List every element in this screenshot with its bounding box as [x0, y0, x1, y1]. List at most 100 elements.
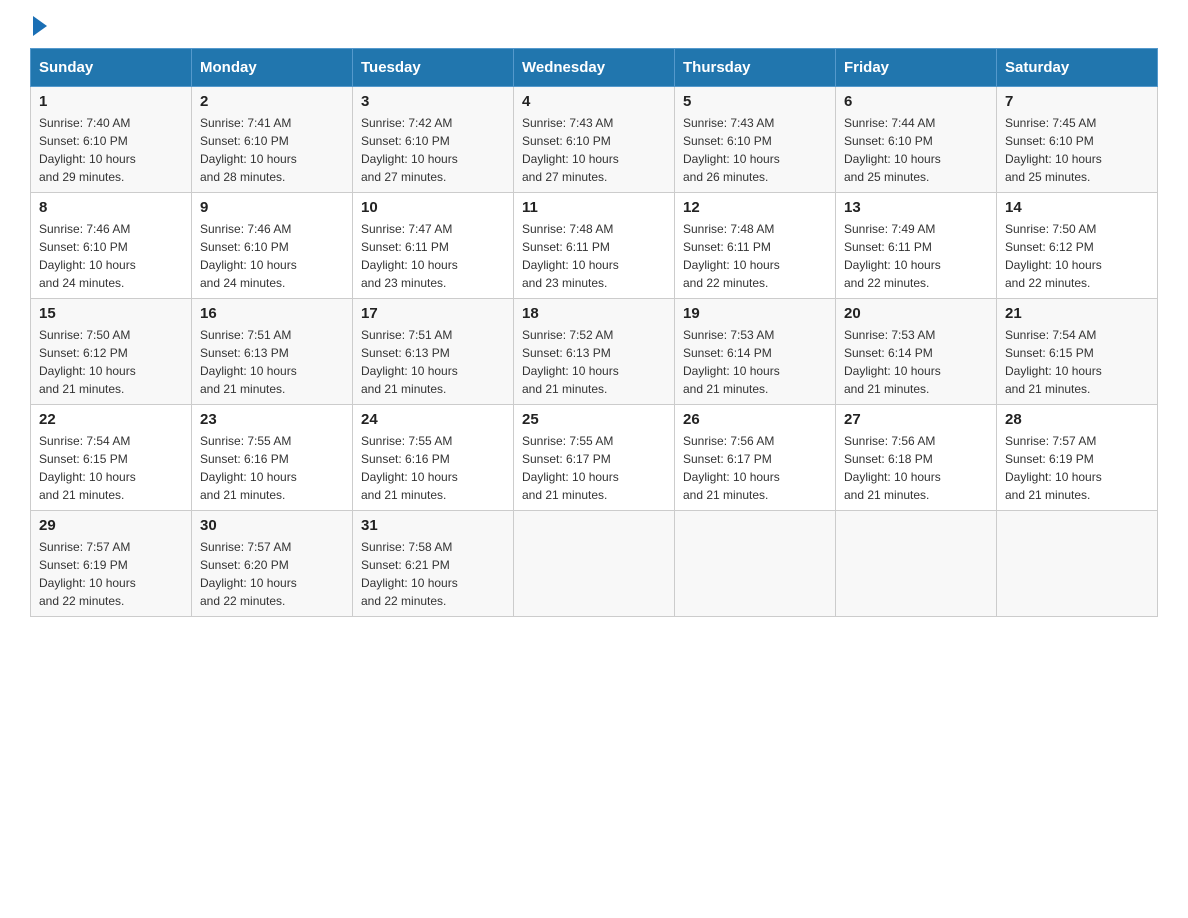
day-info: Sunrise: 7:41 AMSunset: 6:10 PMDaylight:…: [200, 114, 344, 186]
day-number: 27: [844, 411, 988, 428]
day-info: Sunrise: 7:55 AMSunset: 6:16 PMDaylight:…: [200, 432, 344, 504]
day-number: 10: [361, 199, 505, 216]
day-info: Sunrise: 7:55 AMSunset: 6:16 PMDaylight:…: [361, 432, 505, 504]
calendar-cell: 1 Sunrise: 7:40 AMSunset: 6:10 PMDaylight…: [31, 87, 192, 193]
day-info: Sunrise: 7:58 AMSunset: 6:21 PMDaylight:…: [361, 538, 505, 610]
day-info: Sunrise: 7:57 AMSunset: 6:20 PMDaylight:…: [200, 538, 344, 610]
day-info: Sunrise: 7:50 AMSunset: 6:12 PMDaylight:…: [39, 326, 183, 398]
day-info: Sunrise: 7:44 AMSunset: 6:10 PMDaylight:…: [844, 114, 988, 186]
day-info: Sunrise: 7:49 AMSunset: 6:11 PMDaylight:…: [844, 220, 988, 292]
calendar-cell: 22 Sunrise: 7:54 AMSunset: 6:15 PMDayligh…: [31, 405, 192, 511]
day-number: 6: [844, 93, 988, 110]
calendar-week-row: 1 Sunrise: 7:40 AMSunset: 6:10 PMDaylight…: [31, 87, 1158, 193]
day-info: Sunrise: 7:40 AMSunset: 6:10 PMDaylight:…: [39, 114, 183, 186]
calendar-cell: 24 Sunrise: 7:55 AMSunset: 6:16 PMDayligh…: [353, 405, 514, 511]
column-header-thursday: Thursday: [675, 49, 836, 87]
day-number: 12: [683, 199, 827, 216]
logo: [30, 20, 47, 32]
day-number: 18: [522, 305, 666, 322]
calendar-cell: 15 Sunrise: 7:50 AMSunset: 6:12 PMDayligh…: [31, 299, 192, 405]
day-info: Sunrise: 7:54 AMSunset: 6:15 PMDaylight:…: [1005, 326, 1149, 398]
calendar-cell: 9 Sunrise: 7:46 AMSunset: 6:10 PMDaylight…: [192, 193, 353, 299]
day-number: 22: [39, 411, 183, 428]
day-number: 13: [844, 199, 988, 216]
day-number: 25: [522, 411, 666, 428]
day-number: 30: [200, 517, 344, 534]
calendar-cell: [675, 511, 836, 617]
calendar-cell: 18 Sunrise: 7:52 AMSunset: 6:13 PMDayligh…: [514, 299, 675, 405]
column-header-saturday: Saturday: [997, 49, 1158, 87]
calendar-cell: [997, 511, 1158, 617]
day-number: 21: [1005, 305, 1149, 322]
day-info: Sunrise: 7:53 AMSunset: 6:14 PMDaylight:…: [844, 326, 988, 398]
day-info: Sunrise: 7:42 AMSunset: 6:10 PMDaylight:…: [361, 114, 505, 186]
day-number: 31: [361, 517, 505, 534]
calendar-cell: [836, 511, 997, 617]
calendar-cell: 2 Sunrise: 7:41 AMSunset: 6:10 PMDaylight…: [192, 87, 353, 193]
day-info: Sunrise: 7:43 AMSunset: 6:10 PMDaylight:…: [683, 114, 827, 186]
day-info: Sunrise: 7:51 AMSunset: 6:13 PMDaylight:…: [200, 326, 344, 398]
calendar-cell: [514, 511, 675, 617]
day-number: 16: [200, 305, 344, 322]
day-number: 15: [39, 305, 183, 322]
day-number: 11: [522, 199, 666, 216]
day-number: 19: [683, 305, 827, 322]
calendar-cell: 4 Sunrise: 7:43 AMSunset: 6:10 PMDaylight…: [514, 87, 675, 193]
calendar-cell: 28 Sunrise: 7:57 AMSunset: 6:19 PMDayligh…: [997, 405, 1158, 511]
column-header-wednesday: Wednesday: [514, 49, 675, 87]
day-info: Sunrise: 7:56 AMSunset: 6:17 PMDaylight:…: [683, 432, 827, 504]
calendar-table: SundayMondayTuesdayWednesdayThursdayFrid…: [30, 48, 1158, 617]
day-info: Sunrise: 7:57 AMSunset: 6:19 PMDaylight:…: [39, 538, 183, 610]
day-info: Sunrise: 7:50 AMSunset: 6:12 PMDaylight:…: [1005, 220, 1149, 292]
day-number: 7: [1005, 93, 1149, 110]
calendar-cell: 11 Sunrise: 7:48 AMSunset: 6:11 PMDayligh…: [514, 193, 675, 299]
calendar-cell: 20Sunrise: 7:53 AMSunset: 6:14 PMDayligh…: [836, 299, 997, 405]
day-number: 2: [200, 93, 344, 110]
calendar-cell: 3Sunrise: 7:42 AMSunset: 6:10 PMDaylight…: [353, 87, 514, 193]
day-info: Sunrise: 7:53 AMSunset: 6:14 PMDaylight:…: [683, 326, 827, 398]
day-info: Sunrise: 7:48 AMSunset: 6:11 PMDaylight:…: [683, 220, 827, 292]
calendar-week-row: 15 Sunrise: 7:50 AMSunset: 6:12 PMDayligh…: [31, 299, 1158, 405]
day-info: Sunrise: 7:46 AMSunset: 6:10 PMDaylight:…: [39, 220, 183, 292]
header: [30, 20, 1158, 32]
column-header-friday: Friday: [836, 49, 997, 87]
calendar-cell: 26Sunrise: 7:56 AMSunset: 6:17 PMDayligh…: [675, 405, 836, 511]
calendar-cell: 16 Sunrise: 7:51 AMSunset: 6:13 PMDayligh…: [192, 299, 353, 405]
day-number: 1: [39, 93, 183, 110]
calendar-cell: 29Sunrise: 7:57 AMSunset: 6:19 PMDayligh…: [31, 511, 192, 617]
calendar-header-row: SundayMondayTuesdayWednesdayThursdayFrid…: [31, 49, 1158, 87]
calendar-cell: 7 Sunrise: 7:45 AMSunset: 6:10 PMDaylight…: [997, 87, 1158, 193]
day-info: Sunrise: 7:55 AMSunset: 6:17 PMDaylight:…: [522, 432, 666, 504]
day-number: 9: [200, 199, 344, 216]
day-number: 24: [361, 411, 505, 428]
calendar-cell: 21 Sunrise: 7:54 AMSunset: 6:15 PMDayligh…: [997, 299, 1158, 405]
day-number: 23: [200, 411, 344, 428]
calendar-week-row: 29Sunrise: 7:57 AMSunset: 6:19 PMDayligh…: [31, 511, 1158, 617]
calendar-week-row: 8Sunrise: 7:46 AMSunset: 6:10 PMDaylight…: [31, 193, 1158, 299]
calendar-cell: 6 Sunrise: 7:44 AMSunset: 6:10 PMDaylight…: [836, 87, 997, 193]
calendar-week-row: 22 Sunrise: 7:54 AMSunset: 6:15 PMDayligh…: [31, 405, 1158, 511]
day-number: 28: [1005, 411, 1149, 428]
day-info: Sunrise: 7:56 AMSunset: 6:18 PMDaylight:…: [844, 432, 988, 504]
calendar-cell: 12 Sunrise: 7:48 AMSunset: 6:11 PMDayligh…: [675, 193, 836, 299]
column-header-sunday: Sunday: [31, 49, 192, 87]
day-number: 14: [1005, 199, 1149, 216]
logo-arrow-icon: [33, 16, 47, 36]
calendar-cell: 27 Sunrise: 7:56 AMSunset: 6:18 PMDayligh…: [836, 405, 997, 511]
day-info: Sunrise: 7:46 AMSunset: 6:10 PMDaylight:…: [200, 220, 344, 292]
calendar-cell: 25 Sunrise: 7:55 AMSunset: 6:17 PMDayligh…: [514, 405, 675, 511]
day-info: Sunrise: 7:52 AMSunset: 6:13 PMDaylight:…: [522, 326, 666, 398]
column-header-monday: Monday: [192, 49, 353, 87]
calendar-cell: 14 Sunrise: 7:50 AMSunset: 6:12 PMDayligh…: [997, 193, 1158, 299]
day-info: Sunrise: 7:47 AMSunset: 6:11 PMDaylight:…: [361, 220, 505, 292]
calendar-cell: 10 Sunrise: 7:47 AMSunset: 6:11 PMDayligh…: [353, 193, 514, 299]
day-info: Sunrise: 7:51 AMSunset: 6:13 PMDaylight:…: [361, 326, 505, 398]
day-info: Sunrise: 7:45 AMSunset: 6:10 PMDaylight:…: [1005, 114, 1149, 186]
day-number: 4: [522, 93, 666, 110]
day-info: Sunrise: 7:57 AMSunset: 6:19 PMDaylight:…: [1005, 432, 1149, 504]
calendar-cell: 5Sunrise: 7:43 AMSunset: 6:10 PMDaylight…: [675, 87, 836, 193]
day-info: Sunrise: 7:43 AMSunset: 6:10 PMDaylight:…: [522, 114, 666, 186]
day-info: Sunrise: 7:48 AMSunset: 6:11 PMDaylight:…: [522, 220, 666, 292]
day-info: Sunrise: 7:54 AMSunset: 6:15 PMDaylight:…: [39, 432, 183, 504]
calendar-cell: 31 Sunrise: 7:58 AMSunset: 6:21 PMDayligh…: [353, 511, 514, 617]
